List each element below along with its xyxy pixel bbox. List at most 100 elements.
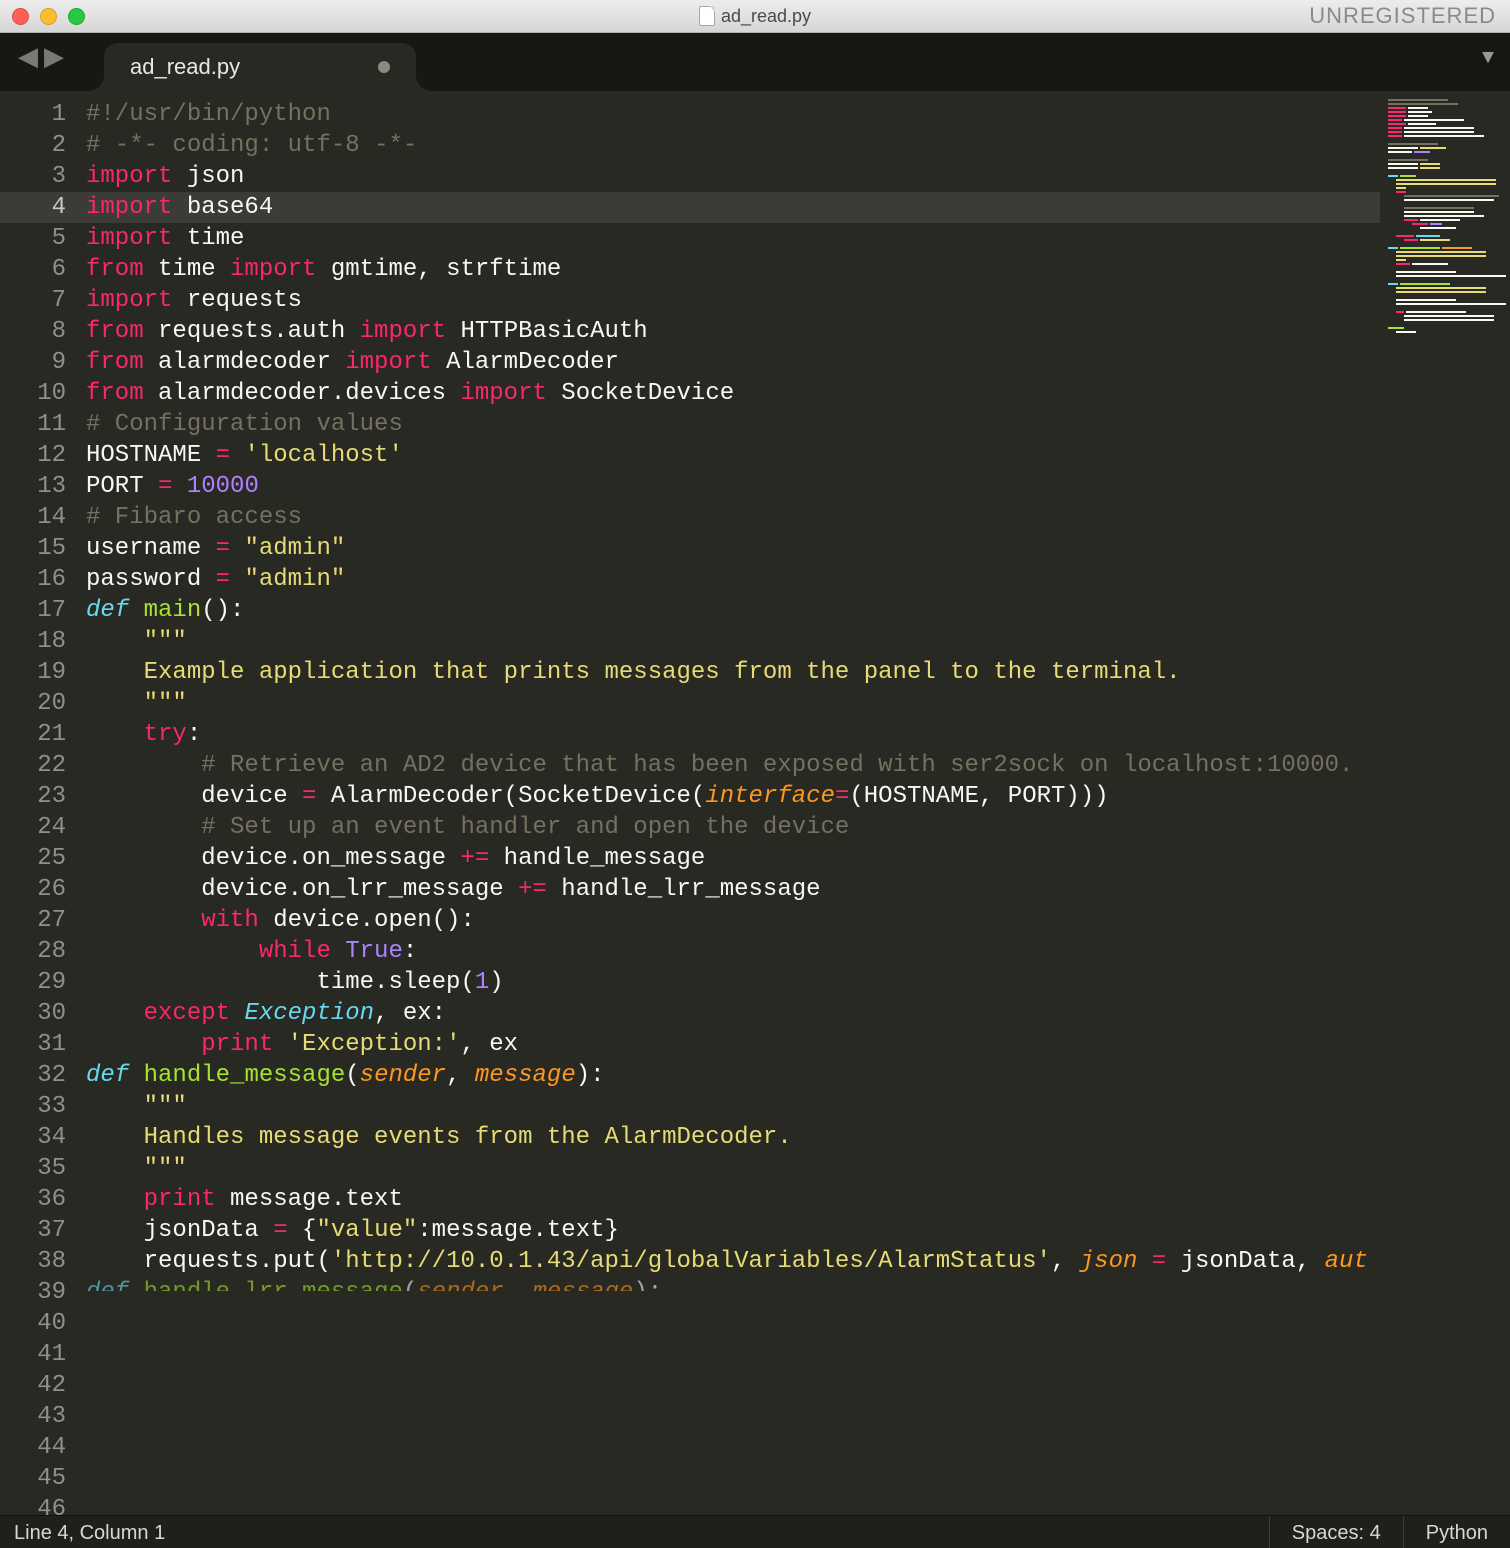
code-line[interactable]: jsonData = {"value":message.text} — [86, 1215, 1380, 1246]
line-number[interactable]: 37 — [0, 1215, 86, 1246]
status-indentation[interactable]: Spaces: 4 — [1269, 1516, 1403, 1548]
window-close-button[interactable] — [12, 8, 29, 25]
line-number[interactable]: 46 — [0, 1494, 86, 1525]
code-token: 1 — [475, 969, 489, 996]
line-number[interactable]: 1 — [0, 99, 86, 130]
code-line[interactable]: try: — [86, 719, 1380, 750]
line-number[interactable]: 18 — [0, 626, 86, 657]
code-line[interactable]: # Configuration values — [86, 409, 1380, 440]
code-line[interactable]: Handles message events from the AlarmDec… — [86, 1122, 1380, 1153]
line-number[interactable]: 36 — [0, 1184, 86, 1215]
line-number[interactable]: 43 — [0, 1401, 86, 1432]
code-line[interactable]: except Exception, ex: — [86, 998, 1380, 1029]
code-line[interactable]: """ — [86, 1153, 1380, 1184]
status-syntax[interactable]: Python — [1403, 1516, 1510, 1548]
code-line[interactable]: device = AlarmDecoder(SocketDevice(inter… — [86, 781, 1380, 812]
line-number[interactable]: 12 — [0, 440, 86, 471]
code-area[interactable]: #!/usr/bin/python# -*- coding: utf-8 -*-… — [86, 91, 1380, 1515]
line-number[interactable]: 29 — [0, 967, 86, 998]
line-number[interactable]: 45 — [0, 1463, 86, 1494]
code-line[interactable]: # Set up an event handler and open the d… — [86, 812, 1380, 843]
code-line[interactable]: requests.put('http://10.0.1.43/api/globa… — [86, 1246, 1380, 1277]
code-line[interactable]: import base64 — [86, 192, 1380, 223]
code-line[interactable]: """ — [86, 1091, 1380, 1122]
code-line[interactable]: """ — [86, 626, 1380, 657]
line-number[interactable]: 15 — [0, 533, 86, 564]
code-line[interactable]: from alarmdecoder.devices import SocketD… — [86, 378, 1380, 409]
line-number[interactable]: 38 — [0, 1246, 86, 1277]
code-line[interactable]: import time — [86, 223, 1380, 254]
line-number[interactable]: 28 — [0, 936, 86, 967]
line-number[interactable]: 39 — [0, 1277, 86, 1308]
line-number[interactable]: 23 — [0, 781, 86, 812]
code-line[interactable]: print message.text — [86, 1184, 1380, 1215]
line-number[interactable]: 13 — [0, 471, 86, 502]
line-number-gutter[interactable]: 1234567891011121314151617181920212223242… — [0, 91, 86, 1515]
line-number[interactable]: 26 — [0, 874, 86, 905]
line-number[interactable]: 6 — [0, 254, 86, 285]
code-line[interactable]: def main(): — [86, 595, 1380, 626]
line-number[interactable]: 4 — [0, 192, 86, 223]
code-line[interactable]: import json — [86, 161, 1380, 192]
line-number[interactable]: 11 — [0, 409, 86, 440]
line-number[interactable]: 14 — [0, 502, 86, 533]
code-line[interactable]: # Fibaro access — [86, 502, 1380, 533]
code-line[interactable]: device.on_lrr_message += handle_lrr_mess… — [86, 874, 1380, 905]
line-number[interactable]: 9 — [0, 347, 86, 378]
line-number[interactable]: 19 — [0, 657, 86, 688]
code-line[interactable]: # -*- coding: utf-8 -*- — [86, 130, 1380, 161]
code-line[interactable]: device.on_message += handle_message — [86, 843, 1380, 874]
code-line[interactable]: Example application that prints messages… — [86, 657, 1380, 688]
code-line[interactable]: PORT = 10000 — [86, 471, 1380, 502]
line-number[interactable]: 22 — [0, 750, 86, 781]
line-number[interactable]: 17 — [0, 595, 86, 626]
code-line[interactable]: def handle_message(sender, message): — [86, 1060, 1380, 1091]
code-line[interactable]: username = "admin" — [86, 533, 1380, 564]
tab-ad-read[interactable]: ad_read.py — [104, 43, 416, 91]
code-line[interactable]: from requests.auth import HTTPBasicAuth — [86, 316, 1380, 347]
code-line[interactable]: time.sleep(1) — [86, 967, 1380, 998]
line-number[interactable]: 3 — [0, 161, 86, 192]
tab-overflow-dropdown-icon[interactable]: ▼ — [1482, 47, 1494, 70]
code-line[interactable]: with device.open(): — [86, 905, 1380, 936]
window-minimize-button[interactable] — [40, 8, 57, 25]
code-token: with — [201, 907, 259, 934]
history-forward-icon[interactable]: ▶ — [44, 42, 64, 73]
line-number[interactable]: 42 — [0, 1370, 86, 1401]
line-number[interactable]: 8 — [0, 316, 86, 347]
line-number[interactable]: 27 — [0, 905, 86, 936]
line-number[interactable]: 16 — [0, 564, 86, 595]
code-line[interactable]: # Retrieve an AD2 device that has been e… — [86, 750, 1380, 781]
code-line[interactable]: while True: — [86, 936, 1380, 967]
line-number[interactable]: 33 — [0, 1091, 86, 1122]
line-number[interactable]: 44 — [0, 1432, 86, 1463]
code-line[interactable]: print 'Exception:', ex — [86, 1029, 1380, 1060]
line-number[interactable]: 34 — [0, 1122, 86, 1153]
line-number[interactable]: 40 — [0, 1308, 86, 1339]
line-number[interactable]: 24 — [0, 812, 86, 843]
code-line[interactable]: from alarmdecoder import AlarmDecoder — [86, 347, 1380, 378]
line-number[interactable]: 32 — [0, 1060, 86, 1091]
line-number[interactable]: 21 — [0, 719, 86, 750]
code-line[interactable]: import requests — [86, 285, 1380, 316]
line-number[interactable]: 5 — [0, 223, 86, 254]
line-number[interactable]: 35 — [0, 1153, 86, 1184]
line-number[interactable]: 10 — [0, 378, 86, 409]
history-back-icon[interactable]: ◀ — [18, 42, 38, 73]
code-line[interactable]: #!/usr/bin/python — [86, 99, 1380, 130]
code-line[interactable]: HOSTNAME = 'localhost' — [86, 440, 1380, 471]
line-number[interactable]: 41 — [0, 1339, 86, 1370]
line-number[interactable]: 7 — [0, 285, 86, 316]
line-number[interactable]: 31 — [0, 1029, 86, 1060]
window-zoom-button[interactable] — [68, 8, 85, 25]
line-number[interactable]: 30 — [0, 998, 86, 1029]
line-number[interactable]: 25 — [0, 843, 86, 874]
line-number[interactable]: 2 — [0, 130, 86, 161]
code-line[interactable]: password = "admin" — [86, 564, 1380, 595]
code-line[interactable]: """ — [86, 688, 1380, 719]
line-number[interactable]: 20 — [0, 688, 86, 719]
minimap[interactable] — [1380, 91, 1510, 1515]
code-token — [86, 1124, 144, 1151]
code-token: = — [158, 473, 172, 500]
code-line[interactable]: from time import gmtime, strftime — [86, 254, 1380, 285]
